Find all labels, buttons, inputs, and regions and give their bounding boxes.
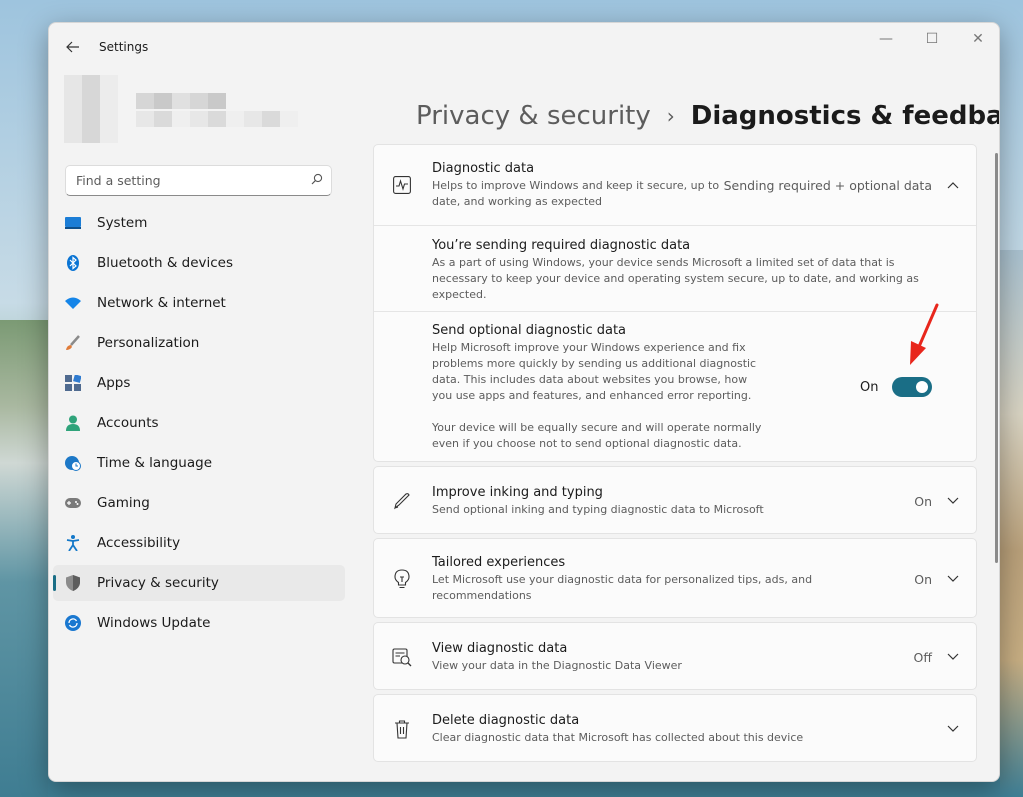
view-diagnostic-data-row[interactable]: View diagnostic data View your data in t… (373, 622, 977, 690)
sidebar-item-system[interactable]: System (53, 205, 345, 241)
pen-icon (392, 491, 412, 511)
gamepad-icon (65, 495, 81, 511)
sidebar-item-label: Bluetooth & devices (97, 255, 234, 271)
close-icon: ✕ (972, 31, 984, 47)
sidebar-item-windows-update[interactable]: Windows Update (53, 605, 345, 641)
diagnostic-data-desc: Helps to improve Windows and keep it sec… (432, 179, 720, 208)
sidebar-item-network[interactable]: Network & internet (53, 285, 345, 321)
optional-data-toggle[interactable] (892, 377, 932, 397)
optional-data-desc: Help Microsoft improve your Windows expe… (432, 341, 757, 402)
activity-monitor-icon (392, 175, 412, 195)
shield-icon (65, 575, 81, 591)
toggle-knob (916, 381, 928, 393)
page-title: Diagnostics & feedback (690, 101, 1000, 131)
avatar[interactable] (64, 75, 118, 143)
inking-typing-desc: Send optional inking and typing diagnost… (432, 503, 764, 516)
settings-window: Settings — ☐ ✕ System Bluetooth & device… (48, 22, 1000, 782)
delete-diagnostic-data-desc: Clear diagnostic data that Microsoft has… (432, 731, 804, 744)
sidebar-item-time-language[interactable]: Time & language (53, 445, 345, 481)
monitor-icon (65, 215, 81, 231)
chevron-down-icon[interactable] (946, 494, 960, 508)
sidebar-item-personalization[interactable]: Personalization (53, 325, 345, 361)
optional-data-note: Your device will be equally secure and w… (432, 421, 762, 450)
wifi-icon (65, 295, 81, 311)
chevron-down-icon[interactable] (946, 722, 960, 736)
chevron-down-icon[interactable] (946, 650, 960, 664)
view-diagnostic-data-status: Off (913, 650, 932, 665)
toggle-state-label: On (860, 380, 879, 395)
sidebar-item-label: System (97, 215, 148, 231)
view-diagnostic-data-desc: View your data in the Diagnostic Data Vi… (432, 659, 682, 672)
tailored-experiences-row[interactable]: Tailored experiences Let Microsoft use y… (373, 538, 977, 618)
profile-name-redacted (136, 93, 226, 109)
data-viewer-icon (392, 647, 412, 667)
sidebar-item-label: Apps (97, 375, 131, 391)
sync-icon (65, 615, 81, 631)
sidebar-item-label: Windows Update (97, 615, 211, 631)
maximize-icon: ☐ (925, 31, 939, 47)
required-data-row: You’re sending required diagnostic data … (374, 226, 976, 311)
diagnostic-data-status: Sending required + optional data (723, 178, 932, 193)
search-icon[interactable] (311, 173, 323, 188)
sidebar-item-bluetooth[interactable]: Bluetooth & devices (53, 245, 345, 281)
close-button[interactable]: ✕ (963, 29, 993, 49)
sidebar-item-label: Accessibility (97, 535, 181, 551)
breadcrumb-separator: › (666, 104, 675, 128)
diagnostic-data-title: Diagnostic data (432, 161, 535, 176)
sidebar-item-apps[interactable]: Apps (53, 365, 345, 401)
minimize-button[interactable]: — (871, 29, 901, 49)
bluetooth-icon (65, 255, 81, 271)
sidebar-nav: System Bluetooth & devices Network & int… (53, 205, 345, 645)
lightbulb-icon (392, 569, 412, 589)
diagnostic-data-card: Diagnostic data Helps to improve Windows… (373, 144, 977, 462)
delete-diagnostic-data-row[interactable]: Delete diagnostic data Clear diagnostic … (373, 694, 977, 762)
settings-content: Diagnostic data Helps to improve Windows… (373, 144, 977, 766)
sidebar-item-label: Personalization (97, 335, 200, 351)
inking-typing-title: Improve inking and typing (432, 485, 603, 500)
scrollbar[interactable] (995, 153, 998, 563)
tailored-experiences-status: On (914, 572, 932, 587)
arrow-left-icon (66, 41, 79, 53)
breadcrumb-parent-link[interactable]: Privacy & security (416, 101, 651, 131)
sidebar-item-gaming[interactable]: Gaming (53, 485, 345, 521)
minimize-icon: — (879, 31, 893, 47)
globe-clock-icon (65, 455, 81, 471)
desktop-wallpaper-left (0, 320, 48, 797)
app-title: Settings (99, 40, 149, 54)
sidebar-item-label: Network & internet (97, 295, 226, 311)
profile-email-redacted (136, 111, 298, 127)
chevron-down-icon[interactable] (946, 572, 960, 586)
trash-icon (392, 719, 412, 739)
optional-data-title: Send optional diagnostic data (432, 323, 627, 338)
view-diagnostic-data-title: View diagnostic data (432, 641, 568, 656)
inking-typing-status: On (914, 494, 932, 509)
sidebar-item-accessibility[interactable]: Accessibility (53, 525, 345, 561)
tailored-experiences-desc: Let Microsoft use your diagnostic data f… (432, 573, 813, 602)
chevron-up-icon[interactable] (946, 178, 960, 192)
sidebar-item-accounts[interactable]: Accounts (53, 405, 345, 441)
title-bar: Settings — ☐ ✕ (49, 23, 999, 71)
breadcrumb: Privacy & security › Diagnostics & feedb… (416, 101, 1000, 131)
maximize-button[interactable]: ☐ (917, 29, 947, 49)
inking-typing-row[interactable]: Improve inking and typing Send optional … (373, 466, 977, 534)
desktop-wallpaper-right (1000, 250, 1023, 797)
apps-icon (65, 375, 81, 391)
back-button[interactable] (61, 35, 85, 59)
delete-diagnostic-data-title: Delete diagnostic data (432, 713, 580, 728)
required-data-title: You’re sending required diagnostic data (432, 238, 691, 253)
sidebar-item-label: Privacy & security (97, 575, 219, 591)
optional-data-row: Send optional diagnostic data Help Micro… (374, 312, 976, 461)
search-box[interactable] (65, 165, 332, 196)
sidebar-item-label: Accounts (97, 415, 159, 431)
sidebar-item-privacy-security[interactable]: Privacy & security (53, 565, 345, 601)
diagnostic-data-header[interactable]: Diagnostic data Helps to improve Windows… (374, 145, 976, 225)
required-data-desc: As a part of using Windows, your device … (432, 256, 919, 301)
sidebar-item-label: Time & language (97, 455, 213, 471)
person-icon (65, 415, 81, 431)
tailored-experiences-title: Tailored experiences (432, 555, 566, 570)
search-input[interactable] (76, 173, 296, 188)
accessibility-icon (65, 535, 81, 551)
brush-icon (65, 335, 81, 351)
sidebar-item-label: Gaming (97, 495, 150, 511)
